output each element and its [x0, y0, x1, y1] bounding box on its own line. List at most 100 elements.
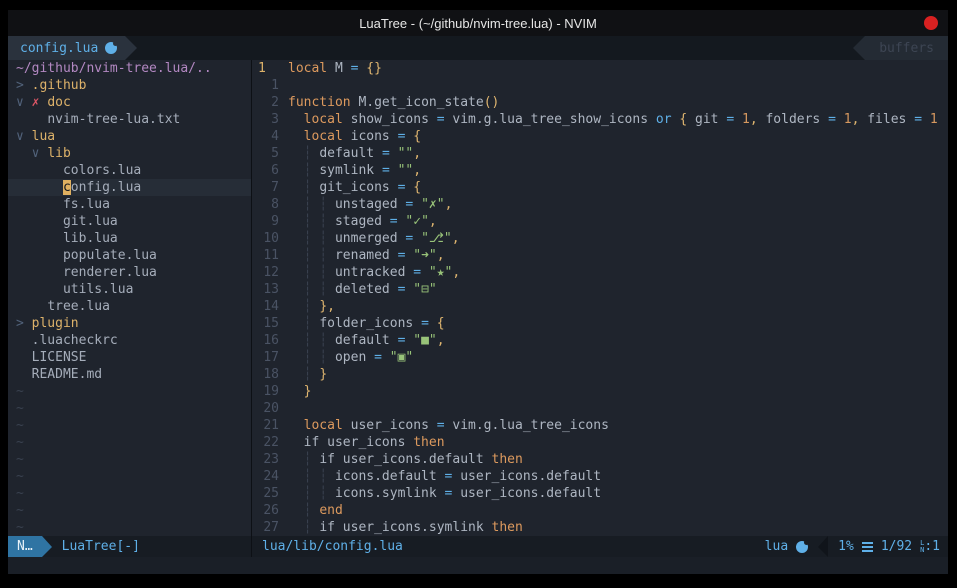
code-line[interactable]: 23 ┆ if user_icons.default then: [252, 451, 948, 468]
tree-row[interactable]: fs.lua: [8, 196, 251, 213]
tree-row[interactable]: config.lua: [8, 179, 251, 196]
code-line[interactable]: 9 ┆ ┆ staged = "✓",: [252, 213, 948, 230]
tree-row[interactable]: tree.lua: [8, 298, 251, 315]
line-number: 23: [252, 451, 288, 468]
code-text: ┆ folder_icons = {: [288, 315, 948, 332]
line-number: 5: [252, 145, 288, 162]
code-line[interactable]: 1: [252, 77, 948, 94]
line-number: 11: [252, 247, 288, 264]
code-line[interactable]: 14 ┆ },: [252, 298, 948, 315]
mode-badge: N…: [8, 536, 42, 557]
line-number: 25: [252, 485, 288, 502]
code-text: ┆ ┆ untracked = "★",: [288, 264, 948, 281]
tree-label: git.lua: [63, 214, 118, 229]
code-line[interactable]: 2function M.get_icon_state(): [252, 94, 948, 111]
code-line[interactable]: 12 ┆ ┆ untracked = "★",: [252, 264, 948, 281]
tree-label: config.lua: [63, 180, 141, 195]
tree-label: ~: [16, 503, 24, 518]
tree-row[interactable]: git.lua: [8, 213, 251, 230]
tree-row[interactable]: populate.lua: [8, 247, 251, 264]
tree-row[interactable]: README.md: [8, 366, 251, 383]
close-button[interactable]: [924, 16, 938, 30]
code-text: [288, 400, 948, 417]
code-line[interactable]: 15 ┆ folder_icons = {: [252, 315, 948, 332]
code-line[interactable]: 26 ┆ end: [252, 502, 948, 519]
code-text: ┆ }: [288, 366, 948, 383]
code-line[interactable]: 10 ┆ ┆ unmerged = "⎇",: [252, 230, 948, 247]
code-line[interactable]: 16 ┆ ┆ default = "■",: [252, 332, 948, 349]
tree-row[interactable]: renderer.lua: [8, 264, 251, 281]
code-line[interactable]: 18 ┆ }: [252, 366, 948, 383]
statusline-right-group: lua 1% 1/92 LN :1: [765, 536, 948, 557]
code-text: [288, 77, 948, 94]
powerline-arrow-icon: [853, 36, 865, 60]
code-line[interactable]: 21 local user_icons = vim.g.lua_tree_ico…: [252, 417, 948, 434]
filetype-label: lua: [765, 539, 788, 554]
code-line[interactable]: 27 ┆ if user_icons.symlink then: [252, 519, 948, 536]
tree-label: lib: [47, 146, 70, 161]
code-line[interactable]: 4 local icons = {: [252, 128, 948, 145]
line-number: 1: [252, 60, 288, 77]
tree-label: ~: [16, 486, 24, 501]
tree-label: plugin: [32, 316, 79, 331]
code-line[interactable]: 13 ┆ ┆ deleted = "⊟": [252, 281, 948, 298]
tree-row[interactable]: colors.lua: [8, 162, 251, 179]
block-cursor: c: [63, 180, 71, 195]
tree-row[interactable]: > plugin: [8, 315, 251, 332]
empty-line: ~: [8, 502, 251, 519]
tree-row[interactable]: utils.lua: [8, 281, 251, 298]
code-line[interactable]: 1local M = {}: [252, 60, 948, 77]
code-text: local show_icons = vim.g.lua_tree_show_i…: [288, 111, 948, 128]
title-bar: LuaTree - (~/github/nvim-tree.lua) - NVI…: [8, 10, 948, 36]
line-number: 16: [252, 332, 288, 349]
chevron-icon[interactable]: >: [16, 78, 32, 93]
chevron-icon[interactable]: ∨: [16, 95, 32, 110]
tree-row[interactable]: ∨ lua: [8, 128, 251, 145]
code-line[interactable]: 6 ┆ symlink = "",: [252, 162, 948, 179]
code-line[interactable]: 8 ┆ ┆ unstaged = "✗",: [252, 196, 948, 213]
line-number: 8: [252, 196, 288, 213]
code-text: ┆ ┆ default = "■",: [288, 332, 948, 349]
code-text: if user_icons then: [288, 434, 948, 451]
code-line[interactable]: 24 ┆ ┆ icons.default = user_icons.defaul…: [252, 468, 948, 485]
tree-label: populate.lua: [63, 248, 157, 263]
tree-row[interactable]: > .github: [8, 77, 251, 94]
tree-label: colors.lua: [63, 163, 141, 178]
chevron-icon[interactable]: ∨: [16, 129, 32, 144]
tree-row[interactable]: ∨ lib: [8, 145, 251, 162]
code-line[interactable]: 20: [252, 400, 948, 417]
code-line[interactable]: 22 if user_icons then: [252, 434, 948, 451]
code-line[interactable]: 25 ┆ ┆ icons.symlink = user_icons.defaul…: [252, 485, 948, 502]
code-line[interactable]: 7 ┆ git_icons = {: [252, 179, 948, 196]
code-line[interactable]: 3 local show_icons = vim.g.lua_tree_show…: [252, 111, 948, 128]
buffers-section[interactable]: buffers: [865, 36, 948, 60]
powerline-arrow-icon: [42, 536, 52, 557]
tree-row[interactable]: LICENSE: [8, 349, 251, 366]
empty-line: ~: [8, 400, 251, 417]
chevron-icon[interactable]: >: [16, 316, 32, 331]
code-line[interactable]: 5 ┆ default = "",: [252, 145, 948, 162]
line-number: 12: [252, 264, 288, 281]
tree-row[interactable]: nvim-tree-lua.txt: [8, 111, 251, 128]
code-line[interactable]: 11 ┆ ┆ renamed = "➜",: [252, 247, 948, 264]
code-line[interactable]: 19 }: [252, 383, 948, 400]
tab-config-lua[interactable]: config.lua: [8, 36, 125, 60]
tree-row[interactable]: .luacheckrc: [8, 332, 251, 349]
command-line[interactable]: [8, 557, 948, 574]
tree-row[interactable]: ∨ ✗ doc: [8, 94, 251, 111]
code-text: ┆ git_icons = {: [288, 179, 948, 196]
line-number: 13: [252, 281, 288, 298]
tree-row[interactable]: ~/github/nvim-tree.lua/..: [8, 60, 251, 77]
nvim-window: LuaTree - (~/github/nvim-tree.lua) - NVI…: [8, 10, 948, 574]
file-tree-panel[interactable]: ~/github/nvim-tree.lua/..> .github∨ ✗ do…: [8, 60, 251, 536]
code-line[interactable]: 17 ┆ ┆ open = "▣": [252, 349, 948, 366]
chevron-icon[interactable]: ∨: [32, 146, 48, 161]
tree-row[interactable]: lib.lua: [8, 230, 251, 247]
code-text: ┆ default = "",: [288, 145, 948, 162]
editor-panel[interactable]: 1local M = {}12function M.get_icon_state…: [252, 60, 948, 536]
line-number: 20: [252, 400, 288, 417]
line-number: 6: [252, 162, 288, 179]
main-split: ~/github/nvim-tree.lua/..> .github∨ ✗ do…: [8, 60, 948, 536]
line-number: 1: [252, 77, 288, 94]
lua-filetype-icon: [796, 541, 808, 553]
